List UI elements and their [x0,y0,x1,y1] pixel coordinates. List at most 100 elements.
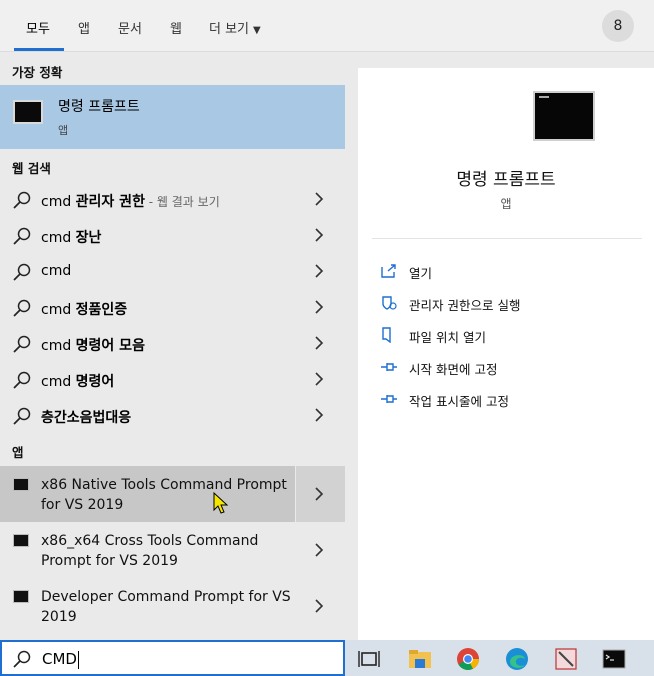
web-search-item[interactable]: cmd 정품인증 [0,290,345,326]
preview-subtitle: 앱 [500,197,512,211]
pin-icon [381,363,397,371]
action-pin-to-start[interactable]: 시작 화면에 고정 [380,357,640,379]
user-badge[interactable]: 8 [602,10,634,42]
action-run-as-admin[interactable]: 관리자 권한으로 실행 [380,293,640,315]
preview-title: 명령 프롬프트 [456,170,556,190]
terminal-icon [13,590,29,603]
search-icon [13,191,31,209]
best-match-subtitle: 앱 [58,124,69,137]
web-search-text: 층간소음법대응 [41,407,131,427]
tab-apps[interactable]: 앱 [78,18,90,37]
web-search-item[interactable]: cmd [0,254,345,290]
app-result-expand[interactable] [296,466,345,522]
query-prefix: cmd [41,230,76,246]
action-open[interactable]: 열기 [380,261,640,283]
query-suggestion: 장난 [75,230,102,246]
search-box[interactable]: CMD [0,640,345,676]
search-icon [13,371,31,389]
chevron-right-icon[interactable] [313,227,325,243]
web-results-hint: - 웹 결과 보기 [144,195,220,209]
search-icon [13,335,31,353]
query-prefix: cmd [41,263,72,279]
pin-icon [381,395,397,403]
action-label: 작업 표시줄에 고정 [409,394,509,409]
web-search-item[interactable]: 층간소음법대응 [0,398,345,434]
search-icon [13,299,31,317]
terminal-icon [13,478,29,491]
chevron-right-icon [315,543,324,557]
chevron-right-icon [315,487,324,501]
query-suggestion: 층간소음법대응 [41,410,132,426]
active-tab-indicator [14,48,64,51]
web-search-item[interactable]: cmd 명령어 [0,362,345,398]
app-result-expand[interactable] [296,522,345,578]
chevron-right-icon[interactable] [313,407,325,423]
task-view-icon[interactable] [357,646,383,672]
app-result-main[interactable]: x86_x64 Cross Tools Command Prompt for V… [0,522,295,578]
tab-all[interactable]: 모두 [26,18,50,37]
chevron-right-icon [315,599,324,613]
web-search-text: cmd 관리자 권한 - 웹 결과 보기 [41,191,220,211]
terminal-icon [13,534,29,547]
app-result-expand[interactable] [296,578,345,634]
query-suggestion: 정품인증 [75,302,128,318]
text-cursor [77,650,79,669]
tab-web[interactable]: 웹 [170,18,182,37]
query-suggestion: 관리자 권한 [75,194,145,210]
search-icon [13,407,31,425]
web-search-item[interactable]: cmd 관리자 권한 - 웹 결과 보기 [0,182,345,218]
query-suggestion: 명령어 [75,374,115,390]
prompt-glyph [539,96,549,98]
best-match-header: 가장 정확 [12,65,63,80]
web-search-text: cmd 명령어 모음 [41,335,145,355]
search-input[interactable]: CMD [42,650,77,668]
action-pin-to-taskbar[interactable]: 작업 표시줄에 고정 [380,389,640,411]
tab-documents[interactable]: 문서 [118,18,142,37]
open-icon [381,264,396,278]
web-search-text: cmd [41,263,71,279]
app-result-main[interactable]: x86 Native Tools Command Prompt for VS 2… [0,466,295,522]
apps-header: 앱 [12,445,24,460]
shield-icon [382,296,397,310]
app-result-label: x86_x64 Cross Tools Command Prompt for V… [41,533,259,569]
web-search-text: cmd 명령어 [41,371,114,391]
file-explorer-icon[interactable] [407,646,433,672]
chevron-right-icon[interactable] [313,371,325,387]
search-icon [13,263,31,281]
app-result-label: Developer Command Prompt for VS 2019 [41,589,291,625]
app-result-item[interactable]: x86_x64 Cross Tools Command Prompt for V… [0,522,345,578]
action-label: 시작 화면에 고정 [409,362,498,377]
web-search-item[interactable]: cmd 장난 [0,218,345,254]
action-label: 열기 [409,266,433,281]
search-tabs-bar: 모두 앱 문서 웹 더 보기 ▼ 8 [0,0,654,52]
query-prefix: cmd [41,374,76,390]
app-result-item[interactable]: x86 Native Tools Command Prompt for VS 2… [0,466,345,522]
tab-more[interactable]: 더 보기 ▼ [209,18,261,37]
edge-icon[interactable] [504,646,530,672]
action-open-file-location[interactable]: 파일 위치 열기 [380,325,640,347]
tab-more-label: 더 보기 [209,22,250,37]
chevron-right-icon[interactable] [313,299,325,315]
web-search-item[interactable]: cmd 명령어 모음 [0,326,345,362]
preview-panel [358,68,654,640]
cmd-icon[interactable] [601,646,627,672]
chevron-right-icon[interactable] [313,335,325,351]
chevron-down-icon: ▼ [253,25,261,36]
app-result-main[interactable]: Developer Command Prompt for VS 2019 [0,578,295,634]
action-label: 관리자 권한으로 실행 [409,298,521,313]
snipping-tool-icon[interactable] [553,646,579,672]
query-suggestion: 명령어 모음 [75,338,145,354]
chevron-right-icon[interactable] [313,263,325,279]
mouse-cursor-icon [213,492,229,514]
query-prefix: cmd [41,302,76,318]
app-result-item[interactable]: Developer Command Prompt for VS 2019 [0,578,345,634]
chrome-icon[interactable] [455,646,481,672]
command-prompt-large-icon [533,91,595,141]
taskbar [345,640,654,676]
best-match-item[interactable] [0,85,345,149]
preview-divider [372,238,642,239]
web-search-header: 웹 검색 [12,161,51,176]
query-prefix: cmd [41,338,76,354]
chevron-right-icon[interactable] [313,191,325,207]
web-search-text: cmd 장난 [41,227,101,247]
